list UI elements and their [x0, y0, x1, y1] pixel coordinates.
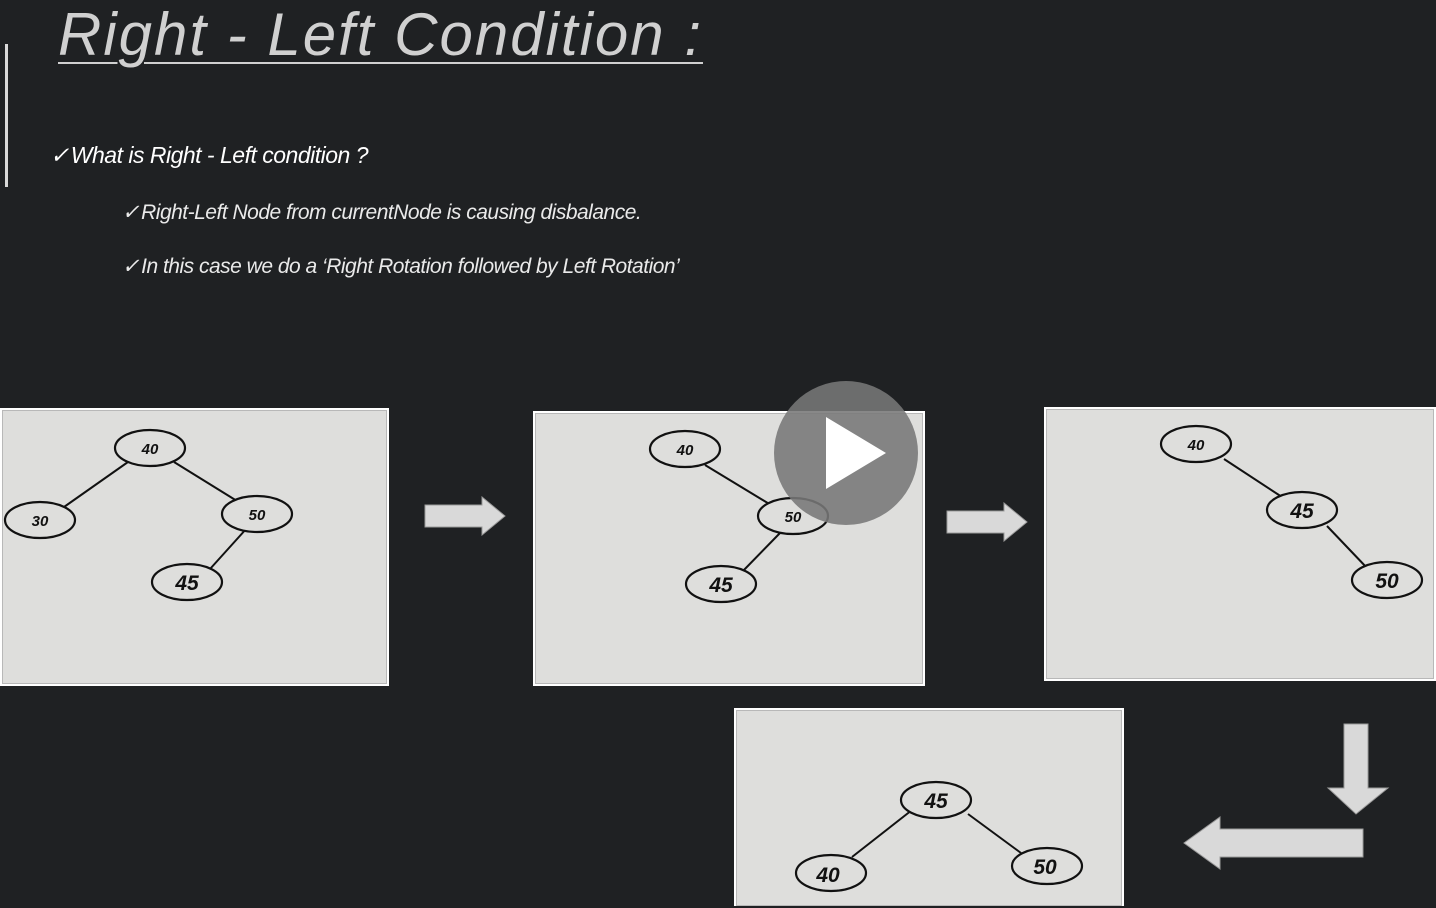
node-label: 40 [676, 442, 694, 459]
node-label: 40 [1187, 437, 1205, 454]
tree-diagram-step-3: 40 45 50 [1044, 407, 1436, 681]
node-label: 45 [1289, 500, 1314, 523]
slide-title: Right - Left Condition : [58, 1, 703, 68]
arrow-down-left-icon [1183, 723, 1390, 870]
bullet-sub-2: ✓In this case we do a ‘Right Rotation fo… [122, 254, 680, 279]
tree-diagram-step-1-svg: 40 30 50 45 [3, 428, 294, 602]
arrow-right-icon [946, 502, 1028, 542]
node-label: 45 [708, 574, 733, 597]
bullet-sub-1: ✓Right-Left Node from currentNode is cau… [122, 200, 642, 225]
check-icon: ✓ [122, 255, 140, 278]
tree-diagram-step-1: 40 30 50 45 [0, 408, 389, 686]
node-label: 40 [815, 864, 840, 887]
node-label: 30 [32, 513, 49, 530]
bullet-main-text: What is Right - Left condition ? [70, 142, 369, 168]
arrow-right-icon [424, 496, 506, 536]
tree-diagram-step-4-svg: 45 40 50 [794, 780, 1084, 893]
node-label: 45 [174, 572, 199, 595]
node-label: 50 [1033, 856, 1057, 879]
node-label: 50 [249, 507, 266, 524]
bullet-sub-2-text: In this case we do a ‘Right Rotation fol… [141, 255, 680, 278]
bullet-main: ✓What is Right - Left condition ? [50, 142, 369, 169]
tree-diagram-step-4: 45 40 50 [734, 708, 1124, 906]
node-label: 50 [1375, 570, 1399, 593]
bullet-sub-1-text: Right-Left Node from currentNode is caus… [141, 201, 642, 224]
tree-diagram-step-3-svg: 40 45 50 [1159, 424, 1424, 600]
check-icon: ✓ [50, 142, 69, 168]
play-button[interactable] [774, 381, 918, 525]
slide-accent-bar [5, 44, 8, 187]
node-label: 40 [141, 441, 159, 458]
play-icon [826, 417, 886, 489]
node-label: 45 [923, 790, 948, 813]
check-icon: ✓ [122, 201, 140, 224]
